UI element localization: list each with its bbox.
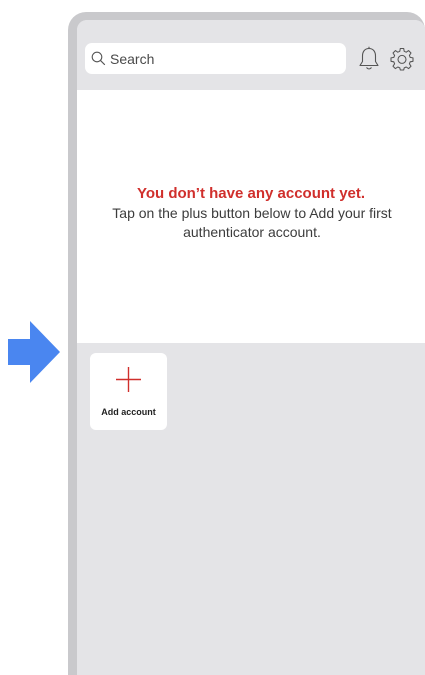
- app-header: [77, 20, 425, 90]
- empty-state-message: Tap on the plus button below to Add your…: [112, 205, 392, 240]
- empty-state-panel: You don’t have any account yet. Tap on t…: [77, 90, 425, 343]
- canvas: You don’t have any account yet. Tap on t…: [0, 0, 425, 675]
- search-icon: [91, 51, 106, 66]
- gear-icon: [390, 47, 414, 71]
- search-bar[interactable]: [85, 43, 346, 74]
- notifications-button[interactable]: [357, 46, 381, 72]
- pointer-arrow-icon: [8, 321, 60, 383]
- search-input[interactable]: [110, 50, 330, 67]
- add-account-label: Add account: [101, 407, 156, 417]
- plus-icon: [116, 367, 141, 392]
- empty-state-title: You don’t have any account yet.: [136, 185, 366, 202]
- app-screen: You don’t have any account yet. Tap on t…: [77, 20, 425, 675]
- bell-icon: [359, 46, 379, 70]
- settings-button[interactable]: [390, 47, 414, 71]
- add-account-button[interactable]: Add account: [90, 353, 167, 430]
